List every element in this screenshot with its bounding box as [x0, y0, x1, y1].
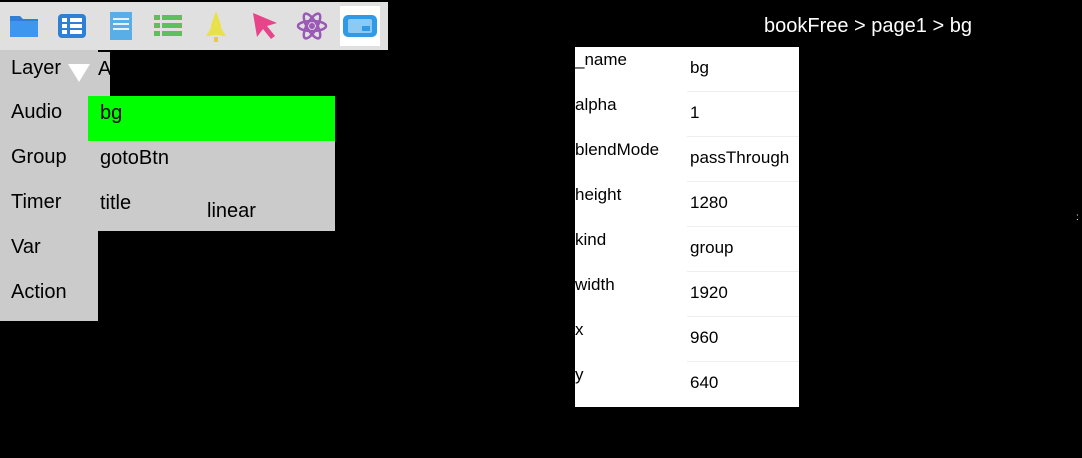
property-row: alpha 1	[575, 92, 799, 137]
property-row: y 640	[575, 362, 799, 407]
side-menu: Layer Audio Group Timer Var Action	[0, 50, 98, 321]
menu-item-layer[interactable]: Layer	[11, 56, 61, 80]
property-value[interactable]: passThrough	[690, 147, 789, 169]
property-key: blendMode	[575, 140, 660, 159]
menu-item-var[interactable]: Var	[11, 235, 41, 259]
property-value[interactable]: bg	[690, 57, 709, 79]
menu-item-action[interactable]: Action	[11, 280, 67, 304]
property-row: kind group	[575, 227, 799, 272]
property-key: _name	[575, 50, 627, 69]
rocket-icon[interactable]	[196, 6, 236, 46]
table-icon[interactable]	[148, 6, 188, 46]
property-key: x	[575, 320, 584, 339]
device-icon[interactable]	[340, 6, 380, 46]
atom-icon[interactable]	[292, 6, 332, 46]
menu-item-timer[interactable]: Timer	[11, 190, 61, 214]
property-row: x 960	[575, 317, 799, 362]
layer-item-label: gotoBtn	[100, 147, 169, 169]
property-row: width 1920	[575, 272, 799, 317]
submenu-cap: A	[98, 52, 110, 96]
property-key: kind	[575, 230, 607, 249]
folder-icon[interactable]	[4, 6, 44, 46]
layer-item-label: bg	[100, 102, 123, 124]
property-key: y	[575, 365, 584, 384]
menu-item-audio[interactable]: Audio	[11, 100, 62, 124]
property-value[interactable]: 640	[690, 372, 718, 394]
properties-panel: _name bg alpha 1 blendMode passThrough heig…	[575, 47, 799, 407]
breadcrumb: bookFree > page1 > bg	[764, 15, 972, 37]
dropdown-arrow-icon[interactable]	[68, 64, 90, 82]
layer-item-gotobtn[interactable]: gotoBtn	[88, 141, 335, 186]
property-row: _name bg	[575, 47, 799, 92]
property-key: width	[575, 275, 615, 294]
property-value[interactable]: 1280	[690, 192, 728, 214]
property-key: alpha	[575, 95, 617, 114]
property-row: height 1280	[575, 182, 799, 227]
layer-item-label: title	[100, 192, 132, 214]
property-value[interactable]: 960	[690, 327, 718, 349]
cursor-icon[interactable]	[244, 6, 284, 46]
property-value[interactable]: group	[690, 237, 733, 259]
property-key: height	[575, 185, 622, 204]
layer-item-bg[interactable]: bg	[88, 96, 335, 141]
property-row: blendMode passThrough	[575, 137, 799, 182]
property-value[interactable]: 1920	[690, 282, 728, 304]
easing-label: linear	[207, 200, 256, 222]
list-icon[interactable]	[52, 6, 92, 46]
menu-item-group[interactable]: Group	[11, 145, 67, 169]
page-icon[interactable]	[100, 6, 140, 46]
edge-mark: :	[1076, 212, 1079, 223]
property-value[interactable]: 1	[690, 102, 699, 124]
toolbar	[0, 2, 388, 50]
